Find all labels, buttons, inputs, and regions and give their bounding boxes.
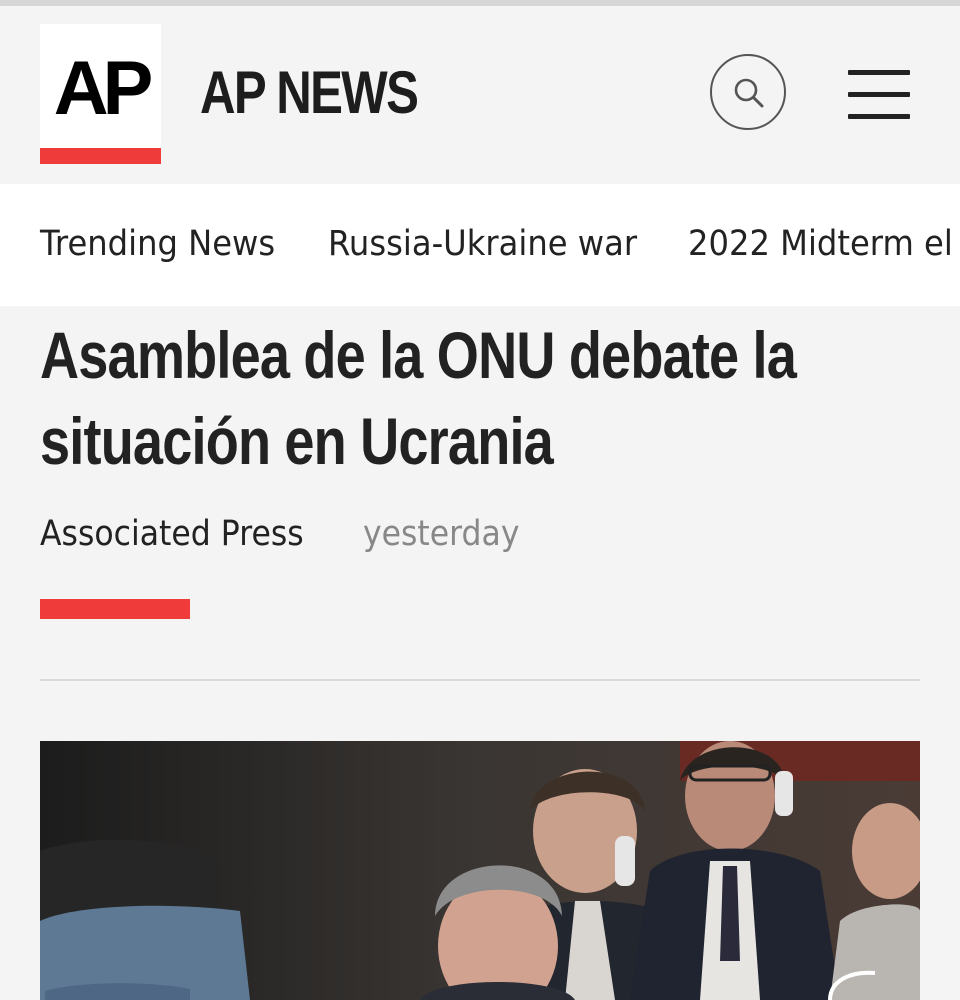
ap-logo-red-bar [40,148,161,164]
photo-illustration [40,741,920,1000]
hamburger-menu-icon-line [848,92,910,97]
ap-logo-text: AP [53,46,154,131]
menu-button[interactable] [848,70,910,120]
trending-nav: Trending News Russia-Ukraine war 2022 Mi… [0,184,960,306]
hamburger-menu-icon-line [848,114,910,119]
site-header: AP AP NEWS [0,6,960,184]
hamburger-menu-icon [848,70,910,75]
nav-item-trending-news[interactable]: Trending News [40,222,275,266]
nav-item-russia-ukraine-war[interactable]: Russia-Ukraine war [328,222,637,266]
headline-line-2: situación en Ucrania [40,404,554,478]
article-author[interactable]: Associated Press [40,512,304,556]
nav-item-midterm-elections[interactable]: 2022 Midterm el [688,222,953,266]
search-icon [734,78,764,108]
search-button[interactable] [710,54,786,130]
site-name[interactable]: AP NEWS [200,58,419,128]
article-timestamp: yesterday [363,514,520,554]
accent-bar [40,599,190,619]
article-headline: Asamblea de la ONU debate la situación e… [40,312,920,484]
divider [40,679,920,681]
article-lead-photo[interactable] [40,741,920,1000]
headline-line-1: Asamblea de la ONU debate la [40,318,797,392]
ap-logo[interactable]: AP [40,24,161,164]
